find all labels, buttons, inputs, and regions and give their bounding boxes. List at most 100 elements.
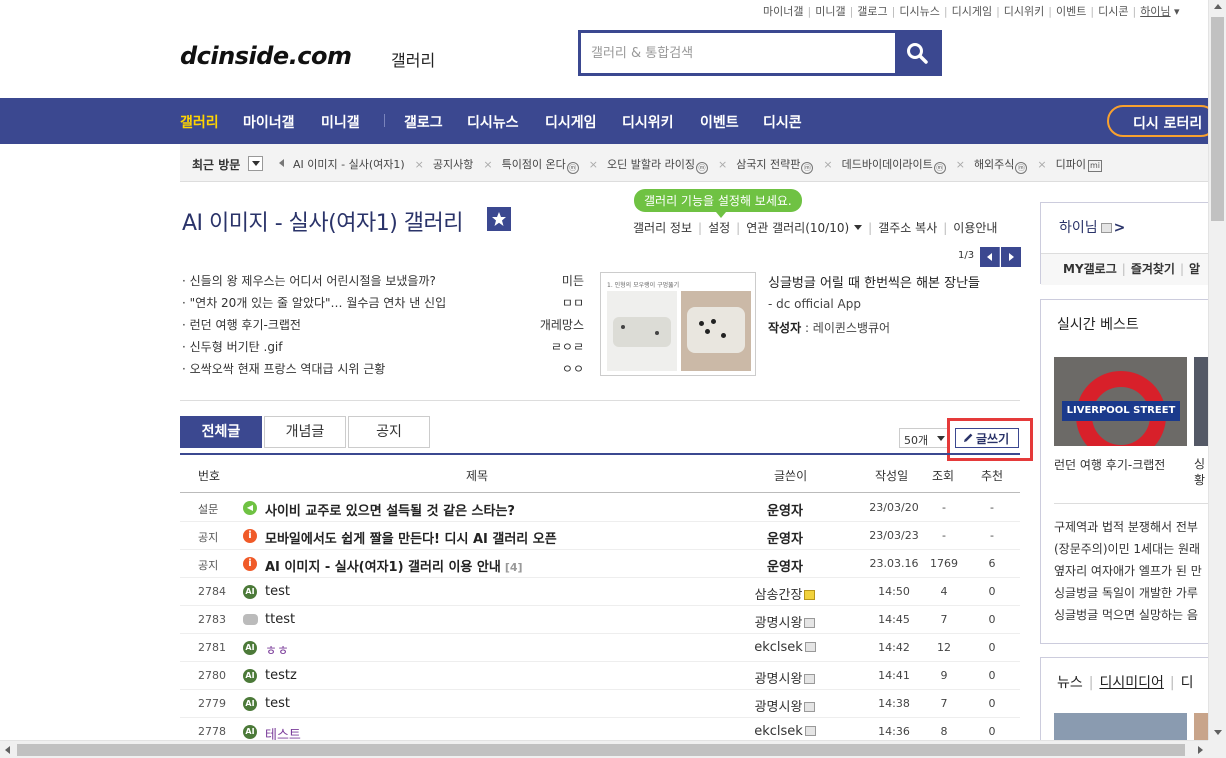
recent-item[interactable]: 공지사항 [433, 158, 473, 171]
list-item[interactable]: · 신두형 버기탄 .gif ㄹㅇㄹ [182, 338, 586, 360]
list-item-title[interactable]: · 신두형 버기탄 .gif [182, 338, 283, 355]
table-row[interactable]: 2781 AI ㅎㅎ ekclsek 14:42 12 0 [180, 634, 1020, 662]
list-item[interactable]: 구제역과 법적 분쟁해서 전부 [1054, 516, 1208, 538]
row-writer[interactable]: ekclsek [720, 724, 850, 739]
close-icon[interactable]: × [483, 158, 492, 171]
top-link-gallog[interactable]: 갤로그 [857, 5, 887, 18]
list-item[interactable]: · 신들의 왕 제우스는 어디서 어린시절을 보냈을까? 미든 [182, 272, 586, 294]
list-item-title[interactable]: · 신들의 왕 제우스는 어디서 어린시절을 보냈을까? [182, 272, 436, 289]
chevron-down-icon[interactable]: ▾ [1171, 5, 1180, 18]
copy-address-link[interactable]: 갤주소 복사 [878, 221, 937, 235]
nav-dccon[interactable]: 디시콘 [763, 112, 802, 132]
table-row[interactable]: 2780 AI testz 광명시왕 14:41 9 0 [180, 662, 1020, 690]
table-row[interactable]: 공지 i AI 이미지 - 실사(여자1) 갤러리 이용 안내 [4] 운영자 23.03… [180, 550, 1020, 578]
row-title[interactable]: AI 이미지 - 실사(여자1) 갤러리 이용 안내 [4] [265, 556, 523, 575]
row-title[interactable]: 사이비 교주로 있으면 설득될 것 같은 스타는? [265, 500, 515, 519]
list-item[interactable]: · 런던 여행 후기-크랩전 개레망스 [182, 316, 586, 338]
recent-item[interactable]: 오딘 발할라 라이징 [607, 158, 695, 171]
top-link-wiki[interactable]: 디시위키 [1004, 5, 1044, 18]
row-writer[interactable]: 삼송간장 [720, 584, 850, 603]
nav-event[interactable]: 이벤트 [700, 112, 739, 132]
close-icon[interactable]: × [589, 158, 598, 171]
recent-dropdown-button[interactable] [248, 156, 263, 171]
recent-item[interactable]: AI 이미지 - 실사(여자1) [293, 158, 405, 171]
site-logo-sub[interactable]: 갤러리 [391, 47, 435, 71]
pager-next-button[interactable] [1001, 247, 1021, 267]
user-greeting[interactable]: 하이님 > [1059, 217, 1125, 237]
site-logo[interactable]: dcinside.com [180, 42, 352, 70]
scrollbar-thumb[interactable] [1211, 17, 1224, 221]
row-title[interactable]: testz [265, 668, 297, 683]
top-link-minor[interactable]: 마이너갤 [763, 5, 803, 18]
close-icon[interactable]: × [823, 158, 832, 171]
gallery-settings-link[interactable]: 설정 [708, 221, 730, 235]
horizontal-scrollbar[interactable] [0, 740, 1208, 758]
best-thumbnail[interactable] [1194, 357, 1208, 446]
row-writer[interactable]: 광명시왕 [720, 612, 850, 631]
lottery-button[interactable]: 디시 로터리 [1107, 105, 1217, 137]
row-writer[interactable]: 운영자 [720, 528, 850, 547]
recent-item[interactable]: 해외주식 [974, 158, 1014, 171]
row-writer[interactable]: 운영자 [720, 500, 850, 519]
nav-game[interactable]: 디시게임 [545, 112, 597, 132]
list-item[interactable]: 싱글벙글 먹으면 실망하는 음 [1054, 604, 1208, 626]
chevron-left-icon[interactable] [279, 159, 284, 167]
top-link-news[interactable]: 디시뉴스 [899, 5, 939, 18]
tab-all[interactable]: 전체글 [180, 416, 262, 448]
top-link-event[interactable]: 이벤트 [1056, 5, 1086, 18]
close-icon[interactable]: × [1037, 158, 1046, 171]
row-title[interactable]: ttest [265, 612, 295, 627]
top-user-menu[interactable]: 하이님 [1140, 5, 1170, 18]
nav-wiki[interactable]: 디시위키 [622, 112, 674, 132]
table-row[interactable]: 설문 ◀ 사이비 교주로 있으면 설득될 것 같은 스타는? 운영자 23/03/20 -… [180, 494, 1020, 522]
gallery-info-link[interactable]: 갤러리 정보 [633, 221, 692, 235]
recent-item[interactable]: 특이점이 온다 [502, 158, 566, 171]
related-galleries-link[interactable]: 연관 갤러리(10/10) [746, 221, 849, 235]
list-item[interactable]: · 오싹오싹 현재 프랑스 역대급 시위 근황 ㅇㅇ [182, 360, 586, 382]
favorite-button[interactable] [487, 207, 511, 231]
row-title[interactable]: test [265, 696, 290, 711]
table-row[interactable]: 공지 i 모바일에서도 쉽게 짤을 만든다! 디시 AI 갤러리 오픈 운영자 23/0… [180, 522, 1020, 550]
chevron-down-icon[interactable] [854, 225, 863, 230]
tab-news[interactable]: 뉴스 [1057, 675, 1083, 691]
row-writer[interactable]: 운영자 [720, 556, 850, 575]
scroll-down-icon[interactable] [1214, 730, 1222, 735]
scroll-right-icon[interactable] [1198, 746, 1203, 754]
close-icon[interactable]: × [718, 158, 727, 171]
close-icon[interactable]: × [956, 158, 965, 171]
table-row[interactable]: 2784 AI test 삼송간장 14:50 4 0 [180, 578, 1020, 606]
row-writer[interactable]: ekclsek [720, 640, 850, 655]
tab-concept[interactable]: 개념글 [264, 416, 346, 448]
notifications-link[interactable]: 알 [1189, 262, 1200, 276]
tab-more[interactable]: 디 [1181, 675, 1194, 691]
scroll-left-icon[interactable] [5, 746, 10, 754]
featured-thumbnail[interactable]: 1. 인형의 모우랭이 구멍뚫기 [600, 272, 756, 376]
list-item-title[interactable]: · 오싹오싹 현재 프랑스 역대급 시위 근황 [182, 360, 385, 377]
recent-item[interactable]: 데드바이데이라이트 [842, 158, 933, 171]
row-writer[interactable]: 광명시왕 [720, 696, 850, 715]
search-input[interactable] [581, 33, 895, 73]
best-thumbnail[interactable]: LIVERPOOL STREET [1054, 357, 1187, 446]
row-title[interactable]: ㅎㅎ [265, 640, 289, 659]
list-item-title[interactable]: · "연차 20개 있는 줄 알았다"… 월수금 연차 낸 신입 [182, 294, 446, 311]
scrollbar-thumb[interactable] [17, 744, 1185, 756]
search-button[interactable] [895, 33, 939, 73]
comment-count[interactable]: [4] [505, 561, 523, 574]
recent-item[interactable]: 디파이 [1056, 158, 1086, 171]
favorites-link[interactable]: 즐겨찾기 [1131, 262, 1175, 276]
top-link-dccon[interactable]: 디시콘 [1098, 5, 1128, 18]
featured-title[interactable]: 싱글벙글 어릴 때 한번씩은 해본 장난들 [768, 272, 980, 291]
list-item[interactable]: (장문주의)이민 1세대는 원래 [1054, 538, 1208, 560]
list-item[interactable]: 싱글벙글 독일이 개발한 가루 [1054, 582, 1208, 604]
nav-gallery[interactable]: 갤러리 [180, 112, 219, 132]
tab-notice[interactable]: 공지 [348, 416, 430, 448]
row-title[interactable]: 모바일에서도 쉽게 짤을 만든다! 디시 AI 갤러리 오픈 [265, 528, 557, 547]
tab-dc-media[interactable]: 디시미디어 [1099, 675, 1163, 691]
list-item[interactable]: · "연차 20개 있는 줄 알았다"… 월수금 연차 낸 신입 ㅁㅁ [182, 294, 586, 316]
nav-gallog[interactable]: 갤로그 [404, 112, 443, 132]
table-row[interactable]: 2779 AI test 광명시왕 14:38 7 0 [180, 690, 1020, 718]
per-page-select[interactable]: 50개 [899, 428, 949, 448]
top-link-mini[interactable]: 미니갤 [815, 5, 845, 18]
my-gallog-link[interactable]: MY갤로그 [1063, 262, 1117, 276]
vertical-scrollbar[interactable] [1208, 0, 1226, 740]
